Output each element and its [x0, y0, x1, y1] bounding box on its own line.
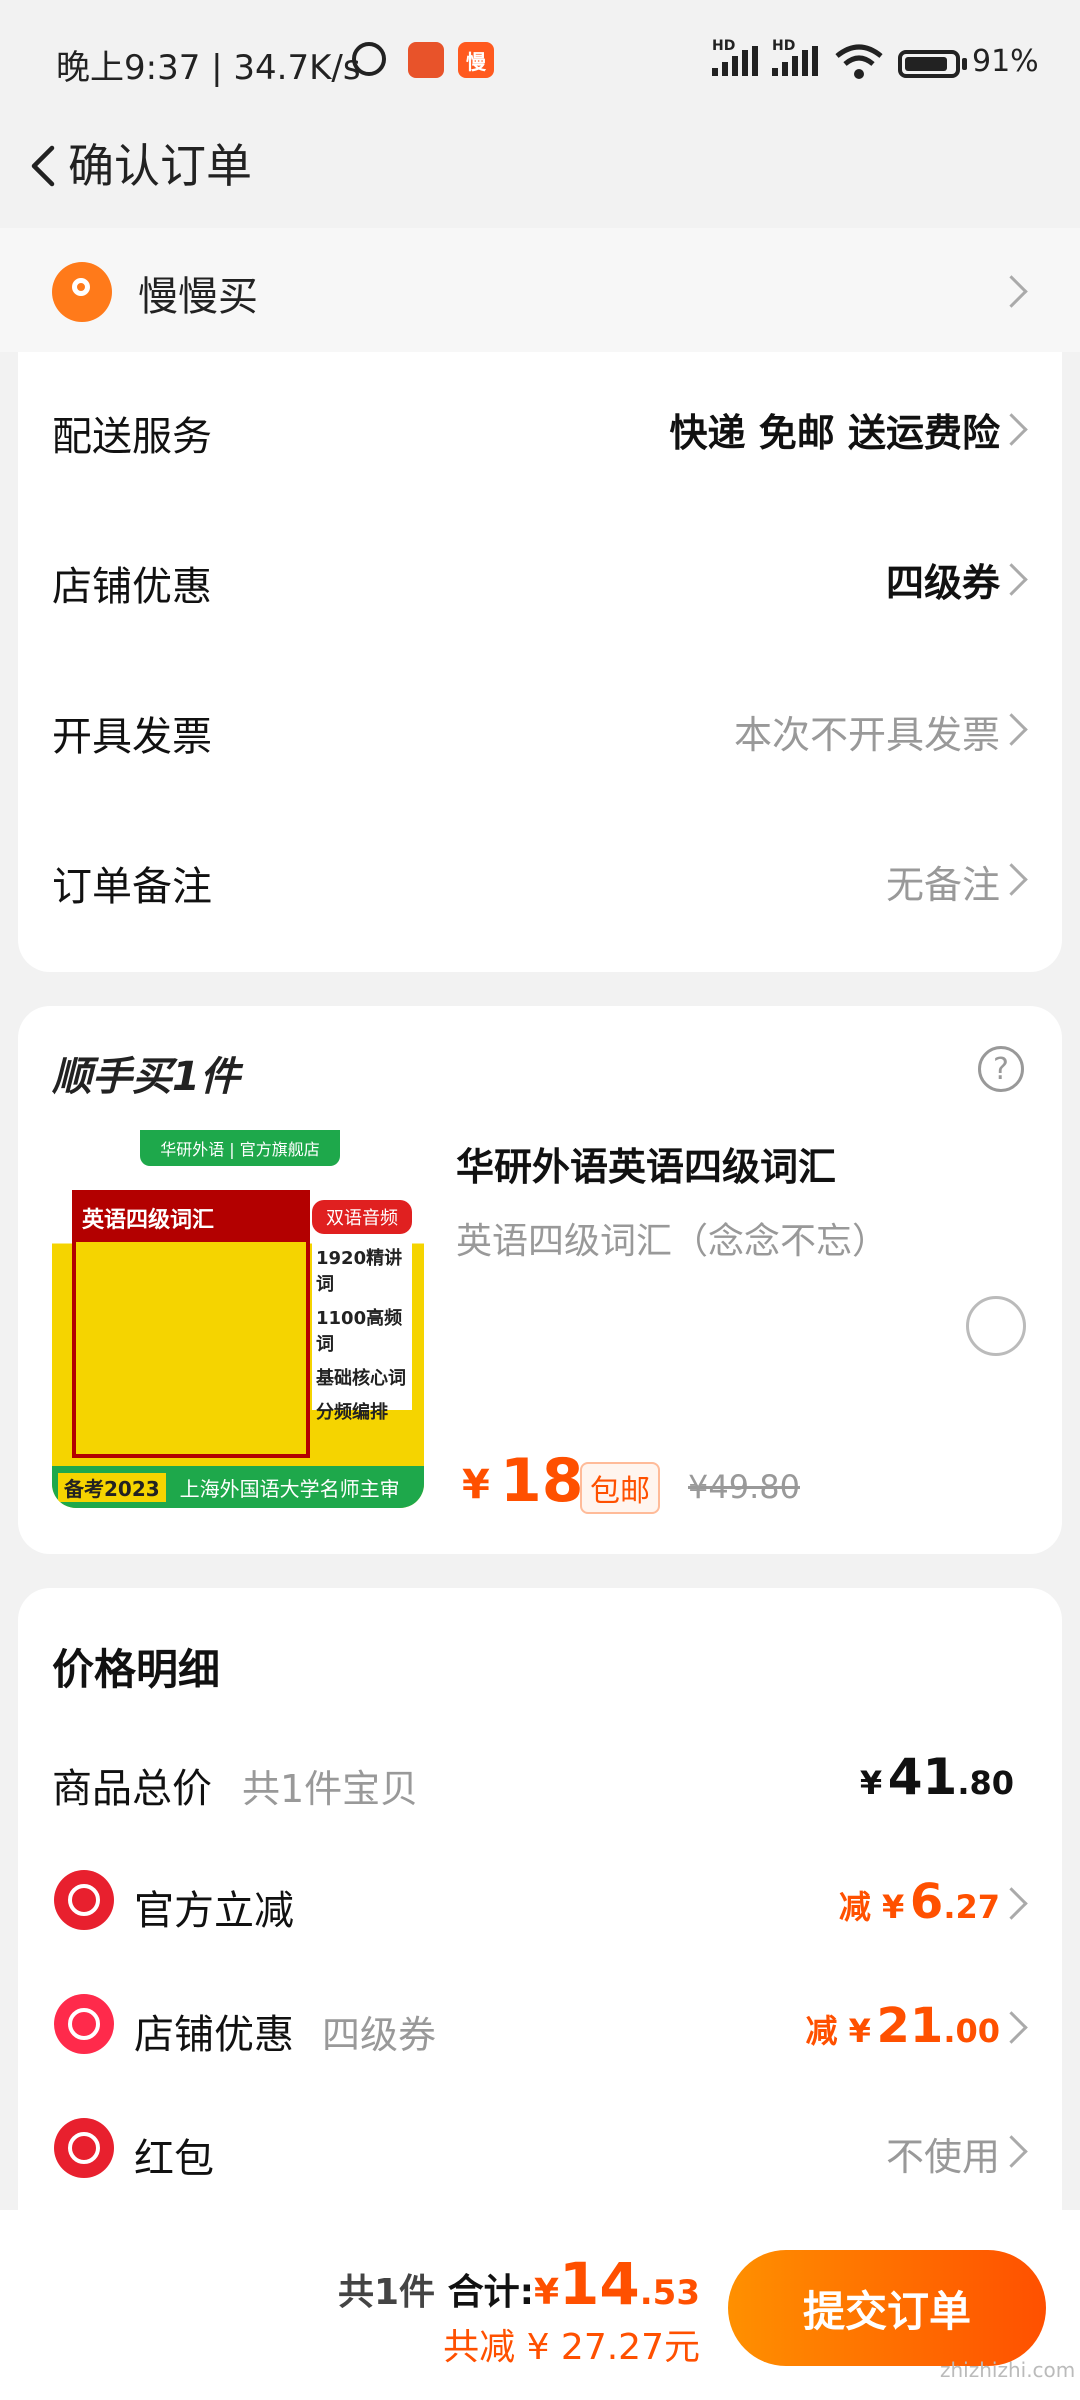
note-value[interactable]: 无备注: [886, 854, 1000, 909]
signal-icon-2: [772, 46, 818, 76]
submit-order-button[interactable]: 提交订单: [728, 2250, 1046, 2366]
product-variant[interactable]: 英语四级词汇（念念不忘）: [456, 1212, 888, 1264]
book-feature: 分频编排: [316, 1402, 388, 1423]
app-notification-icon: [408, 42, 444, 78]
shop-coupon-icon: [54, 1994, 114, 2054]
help-icon[interactable]: ?: [978, 1046, 1024, 1092]
total-int: 14: [559, 2250, 640, 2318]
address-name: 慢慢买: [138, 274, 258, 320]
battery-tip: [962, 58, 967, 70]
delivery-value[interactable]: 快递 免邮 送运费险: [670, 402, 1000, 457]
location-pin-icon: [52, 262, 112, 322]
official-discount-icon: [54, 1870, 114, 1930]
battery-icon: [898, 50, 960, 78]
discount-prefix: 减 ¥: [805, 2012, 871, 2050]
delivery-label: 配送服务: [52, 414, 212, 460]
page-title: 确认订单: [68, 139, 252, 193]
select-radio[interactable]: [966, 1296, 1026, 1356]
goods-total-label: 商品总价: [52, 1766, 212, 1812]
shop-discount-detail-sub: 四级券: [322, 2013, 437, 2057]
note-label: 订单备注: [52, 864, 212, 910]
book-tag: 双语音频: [312, 1200, 412, 1234]
free-shipping-badge: 包邮: [580, 1462, 660, 1514]
red-packet-label: 红包: [134, 2136, 214, 2182]
red-packet-value[interactable]: 不使用: [886, 2126, 1000, 2181]
signal-icon: [712, 46, 758, 76]
total-saved: 共减 ¥ 27.27元: [443, 2327, 700, 2368]
book-footer: 备考2023 上海外国语大学名师主审: [52, 1466, 424, 1508]
original-price: ¥49.80: [688, 1468, 800, 1506]
product-image[interactable]: 华研外语 | 官方旗舰店 英语四级词汇 双语音频 1920精讲词 1100高频词…: [52, 1130, 424, 1508]
currency: ¥: [859, 1764, 883, 1802]
shop-discount-label: 店铺优惠: [52, 564, 212, 610]
product-name[interactable]: 华研外语英语四级词汇: [456, 1136, 836, 1191]
official-discount-value[interactable]: 减 ¥ 6.27: [839, 1874, 1000, 1930]
red-packet-icon: [54, 2118, 114, 2178]
watermark: zhizhizhi.com: [940, 2358, 1076, 2382]
invoice-label: 开具发票: [52, 714, 212, 760]
addon-title: 顺手买1件: [52, 1054, 240, 1100]
book-footer-text: 上海外国语大学名师主审: [179, 1476, 400, 1501]
discount-dec: .00: [943, 2012, 1000, 2050]
shop-discount-detail-label: 店铺优惠: [134, 2012, 294, 2058]
discount-int: 21: [876, 1998, 944, 2054]
shop-discount-value[interactable]: 四级券: [886, 552, 1000, 607]
app-notification-icon-2: 慢: [458, 42, 494, 78]
total-label: 合计:: [447, 2272, 534, 2313]
total-currency: ¥: [533, 2272, 560, 2313]
book-feature: 1920精讲词: [316, 1248, 403, 1295]
alarm-icon: [352, 42, 386, 76]
book-cover: 英语四级词汇: [72, 1190, 310, 1458]
book-features: 双语音频 1920精讲词 1100高频词 基础核心词 分频编排: [312, 1200, 412, 1423]
wifi-icon: [835, 44, 883, 79]
book-feature: 基础核心词: [316, 1368, 406, 1389]
price-currency: ¥: [462, 1462, 490, 1508]
book-feature: 1100高频词: [316, 1308, 403, 1355]
book-banner: 华研外语 | 官方旗舰店: [140, 1130, 340, 1166]
book-cover-title: 英语四级词汇: [76, 1194, 306, 1242]
order-total: 共1件 合计:¥14.53: [338, 2250, 700, 2318]
battery-level: 91%: [972, 44, 1039, 79]
book-footer-year: 备考2023: [58, 1472, 166, 1502]
discount-dec: .27: [943, 1888, 1000, 1926]
discount-int: 6: [909, 1874, 944, 1930]
total-dec: .53: [639, 2273, 700, 2313]
discount-prefix: 减 ¥: [838, 1888, 905, 1926]
price-detail-title: 价格明细: [52, 1645, 221, 1694]
goods-total-dec: .80: [957, 1764, 1014, 1802]
goods-total-sub: 共1件宝贝: [242, 1767, 419, 1811]
official-discount-label: 官方立减: [134, 1888, 294, 1934]
goods-total-int: 41: [887, 1748, 958, 1806]
goods-total-value: ¥ 41.80: [860, 1748, 1014, 1806]
product-price: 18: [500, 1446, 584, 1516]
shop-discount-detail-value[interactable]: 减 ¥ 21.00: [806, 1998, 1000, 2054]
status-time: 晚上9:37 | 34.7K/s: [56, 48, 361, 88]
invoice-value[interactable]: 本次不开具发票: [734, 704, 1000, 759]
item-count: 共1件: [337, 2272, 436, 2313]
